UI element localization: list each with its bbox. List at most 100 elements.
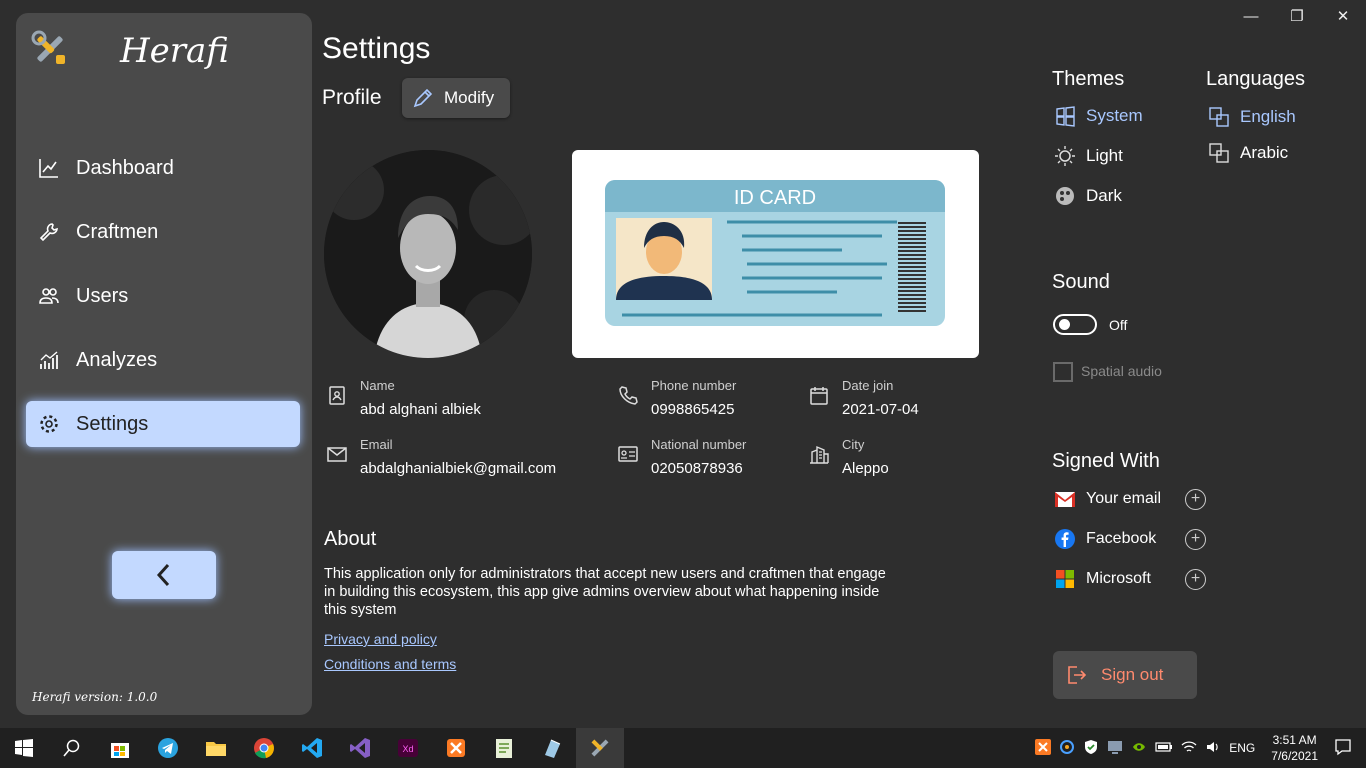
battery-tray-icon[interactable] [1155, 739, 1173, 758]
language-indicator[interactable]: ENG [1229, 741, 1255, 755]
email-value: abdalghanialbiek@gmail.com [360, 460, 557, 477]
theme-label: Light [1086, 146, 1123, 165]
sidebar-item-craftmen[interactable]: Craftmen [26, 209, 300, 255]
xampp-tray-icon[interactable] [1035, 738, 1052, 758]
back-button[interactable] [112, 551, 216, 599]
wifi-tray-icon[interactable] [1181, 739, 1197, 758]
taskbar: Xd ENG 3:51 AM 7/6/2021 [0, 728, 1366, 768]
taskbar-explorer[interactable] [192, 728, 240, 768]
close-button[interactable]: ✕ [1320, 0, 1366, 32]
add-microsoft-button[interactable]: + [1185, 569, 1206, 590]
language-label: English [1240, 107, 1296, 126]
sidebar-item-dashboard[interactable]: Dashboard [26, 145, 300, 191]
theme-option-light[interactable]: Light [1054, 145, 1123, 167]
add-email-button[interactable]: + [1185, 489, 1206, 510]
id-card-image[interactable]: ID CARD [572, 150, 979, 358]
wifi-icon [1181, 740, 1197, 752]
microsoft-icon [1056, 570, 1074, 588]
svg-text:Xd: Xd [402, 744, 413, 754]
app-icon [545, 739, 561, 758]
clock-time: 3:51 AM [1272, 733, 1317, 747]
xampp-icon [447, 739, 465, 757]
sync-tray-icon[interactable] [1059, 739, 1075, 758]
spatial-audio-checkbox[interactable] [1053, 362, 1073, 382]
email-label: Email [360, 437, 393, 452]
field-city: City Aleppo [808, 437, 889, 477]
national-label: National number [651, 437, 747, 452]
translate-icon [1209, 143, 1229, 163]
taskbar-herafi[interactable] [576, 728, 624, 768]
theme-option-system[interactable]: System [1054, 105, 1143, 127]
language-option-english[interactable]: English [1208, 106, 1296, 128]
terms-link[interactable]: Conditions and terms [324, 656, 456, 672]
id-card-illustration: ID CARD [605, 180, 945, 326]
language-option-arabic[interactable]: Arabic [1208, 142, 1288, 164]
app-version: Herafi version: 1.0.0 [32, 690, 158, 704]
sync-icon [1060, 739, 1075, 754]
taskbar-visual-studio[interactable] [336, 728, 384, 768]
taskbar-chrome[interactable] [240, 728, 288, 768]
phone-icon [619, 386, 638, 405]
sign-out-button[interactable]: Sign out [1053, 651, 1197, 699]
signed-with-facebook: Facebook [1054, 528, 1156, 550]
taskbar-vscode[interactable] [288, 728, 336, 768]
sidebar-item-users[interactable]: Users [26, 273, 300, 319]
pencil-icon [413, 88, 433, 108]
store-icon [111, 743, 129, 758]
display-tray-icon[interactable] [1107, 739, 1123, 758]
chevron-left-icon [156, 563, 170, 587]
spatial-audio-label: Spatial audio [1081, 363, 1162, 379]
nvidia-tray-icon[interactable] [1131, 739, 1147, 758]
about-heading: About [324, 528, 377, 550]
city-label: City [842, 437, 865, 452]
sign-out-icon [1068, 666, 1087, 684]
sound-toggle[interactable] [1053, 314, 1097, 335]
palette-icon [1056, 187, 1074, 205]
sound-heading: Sound [1052, 271, 1110, 293]
taskbar-xampp[interactable] [432, 728, 480, 768]
theme-option-dark[interactable]: Dark [1054, 185, 1122, 207]
clock-date: 7/6/2021 [1271, 749, 1318, 763]
start-button[interactable] [0, 728, 48, 768]
search-button[interactable] [48, 728, 96, 768]
chrome-icon [254, 738, 274, 759]
folder-icon [206, 742, 226, 756]
analytics-icon [40, 351, 58, 369]
add-facebook-button[interactable]: + [1185, 529, 1206, 550]
signed-with-label: Microsoft [1086, 570, 1151, 587]
theme-label: Dark [1086, 186, 1122, 205]
languages-heading: Languages [1206, 68, 1305, 90]
security-tray-icon[interactable] [1083, 739, 1099, 758]
signed-with-label: Facebook [1086, 530, 1157, 547]
volume-tray-icon[interactable] [1205, 739, 1221, 758]
wrench-icon [39, 223, 58, 242]
sidebar-item-settings[interactable]: Settings [26, 401, 300, 447]
taskbar-telegram[interactable] [144, 728, 192, 768]
avatar[interactable] [324, 150, 532, 358]
system-tray: ENG 3:51 AM 7/6/2021 [1031, 728, 1366, 768]
vscode-icon [302, 738, 322, 758]
date-value: 2021-07-04 [842, 401, 919, 418]
taskbar-store[interactable] [96, 728, 144, 768]
privacy-link[interactable]: Privacy and policy [324, 631, 437, 647]
modify-label: Modify [444, 88, 495, 107]
restore-button[interactable]: ❐ [1274, 0, 1320, 32]
clock[interactable]: 3:51 AM 7/6/2021 [1271, 732, 1318, 764]
sound-toggle-label: Off [1109, 317, 1128, 333]
taskbar-app[interactable] [528, 728, 576, 768]
sidebar: Herafi Dashboard Craftmen Users Analyzes… [16, 13, 312, 715]
notifications-button[interactable] [1334, 738, 1352, 759]
city-value: Aleppo [842, 460, 889, 477]
shield-icon [1085, 739, 1098, 754]
window-controls: — ❐ ✕ [1228, 0, 1366, 32]
sidebar-item-analyzes[interactable]: Analyzes [26, 337, 300, 383]
id-card-title: ID CARD [734, 187, 816, 209]
about-text: This application only for administrators… [324, 566, 886, 618]
name-label: Name [360, 378, 395, 393]
search-icon [63, 739, 80, 757]
taskbar-notepad[interactable] [480, 728, 528, 768]
modify-button[interactable]: Modify [402, 78, 510, 118]
minimize-button[interactable]: — [1228, 0, 1274, 32]
speaker-icon [1207, 741, 1218, 752]
taskbar-adobe-xd[interactable]: Xd [384, 728, 432, 768]
